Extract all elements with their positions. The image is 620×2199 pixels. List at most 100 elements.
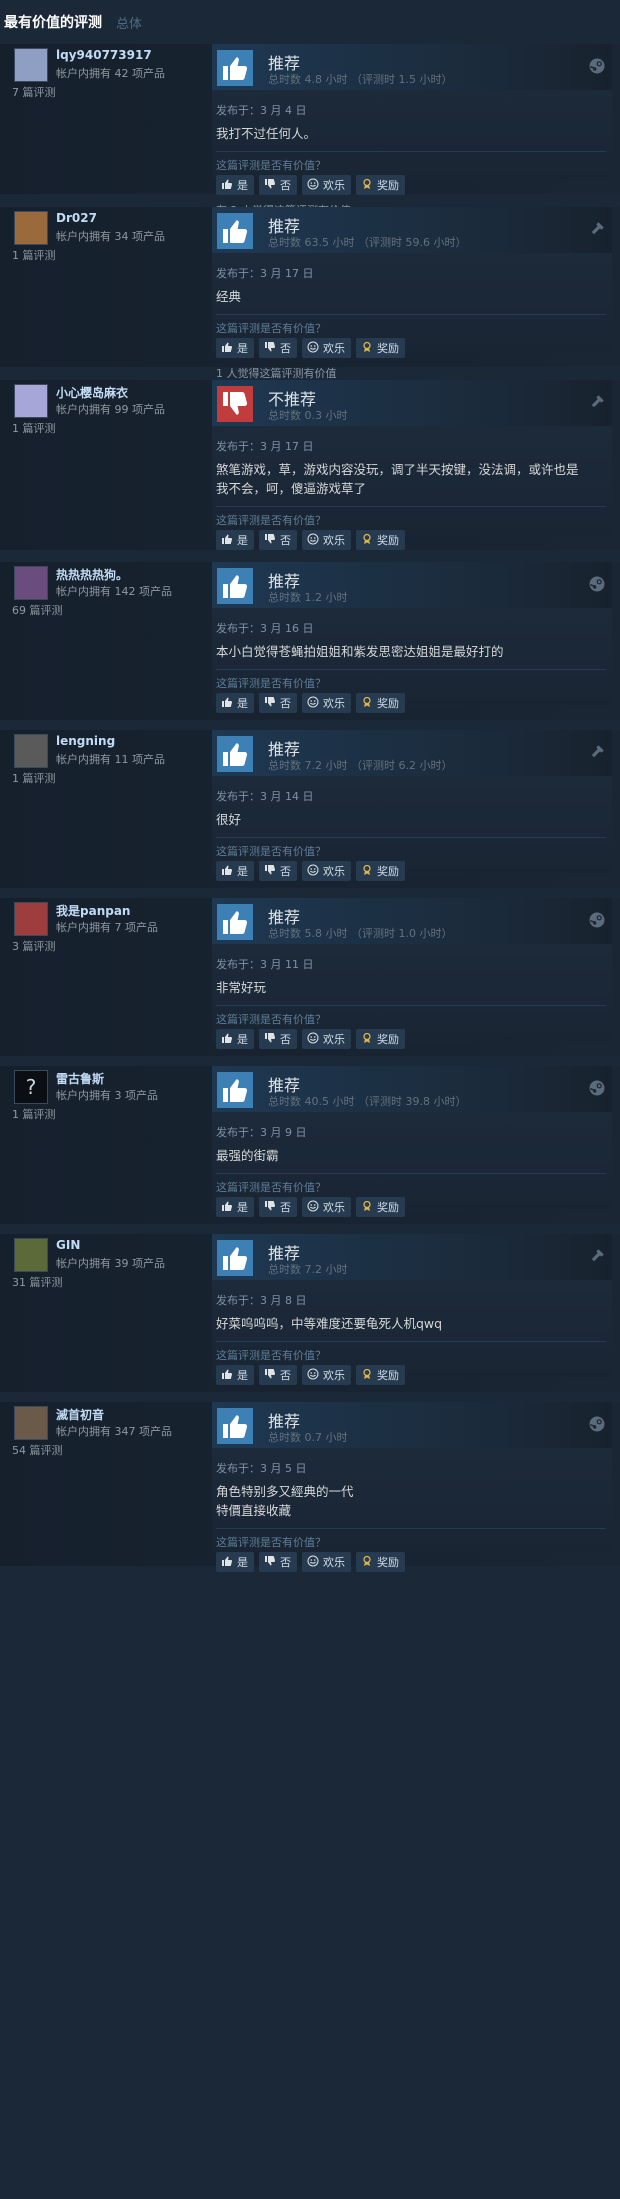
yes-button[interactable]: 是 — [216, 861, 254, 881]
no-button[interactable]: 否 — [259, 338, 297, 358]
products-owned[interactable]: 帐户内拥有 39 项产品 — [56, 1255, 165, 1271]
yes-button[interactable]: 是 — [216, 175, 254, 195]
vote-header[interactable]: 推荐 总时数 63.5 小时 （评测时 59.6 小时） — [212, 207, 612, 253]
smiley-icon — [307, 1368, 319, 1383]
no-button[interactable]: 否 — [259, 175, 297, 195]
yes-label: 是 — [237, 865, 248, 878]
reviewer-name[interactable]: 雷古鲁斯 — [56, 1070, 104, 1087]
yes-button[interactable]: 是 — [216, 1029, 254, 1049]
yes-button[interactable]: 是 — [216, 1365, 254, 1385]
no-button[interactable]: 否 — [259, 1029, 297, 1049]
reviewer-name[interactable]: lqy940773917 — [56, 48, 152, 62]
funny-button[interactable]: 欢乐 — [302, 1197, 351, 1217]
review-count[interactable]: 3 篇评测 — [12, 938, 56, 954]
review-count[interactable]: 31 篇评测 — [12, 1274, 63, 1290]
award-button[interactable]: 奖励 — [356, 338, 405, 358]
products-owned[interactable]: 帐户内拥有 3 项产品 — [56, 1087, 158, 1103]
review-body: 推荐 总时数 7.2 小时 （评测时 6.2 小时） 发布于：3 月 14 日 … — [212, 730, 612, 881]
reviewer-name[interactable]: GIN — [56, 1238, 80, 1252]
review-count[interactable]: 1 篇评测 — [12, 247, 56, 263]
vote-header[interactable]: 推荐 总时数 0.7 小时 — [212, 1402, 612, 1448]
reviewer-name[interactable]: 小心樱岛麻衣 — [56, 384, 128, 401]
funny-button[interactable]: 欢乐 — [302, 1029, 351, 1049]
avatar[interactable] — [14, 566, 48, 600]
avatar[interactable] — [14, 734, 48, 768]
tool-icon — [588, 1247, 606, 1265]
funny-button[interactable]: 欢乐 — [302, 693, 351, 713]
reviewer-name[interactable]: Dr027 — [56, 211, 97, 225]
review-count[interactable]: 1 篇评测 — [12, 770, 56, 786]
reviewer-name[interactable]: 热热热热狗。 — [56, 566, 128, 583]
yes-button[interactable]: 是 — [216, 338, 254, 358]
funny-button[interactable]: 欢乐 — [302, 1365, 351, 1385]
avatar[interactable] — [14, 902, 48, 936]
funny-button[interactable]: 欢乐 — [302, 338, 351, 358]
no-button[interactable]: 否 — [259, 1365, 297, 1385]
products-owned[interactable]: 帐户内拥有 99 项产品 — [56, 401, 165, 417]
no-button[interactable]: 否 — [259, 1197, 297, 1217]
review-count[interactable]: 1 篇评测 — [12, 420, 56, 436]
no-button[interactable]: 否 — [259, 530, 297, 550]
yes-button[interactable]: 是 — [216, 1552, 254, 1572]
award-icon — [361, 178, 373, 193]
section-subtitle[interactable]: 总体 — [116, 13, 142, 32]
funny-button[interactable]: 欢乐 — [302, 530, 351, 550]
helpful-question: 这篇评测是否有价值？ — [216, 1349, 326, 1362]
vote-header[interactable]: 推荐 总时数 4.8 小时 （评测时 1.5 小时） — [212, 44, 612, 90]
products-owned[interactable]: 帐户内拥有 142 项产品 — [56, 583, 172, 599]
vote-header[interactable]: 推荐 总时数 7.2 小时 （评测时 6.2 小时） — [212, 730, 612, 776]
products-owned[interactable]: 帐户内拥有 7 项产品 — [56, 919, 158, 935]
products-owned[interactable]: 帐户内拥有 347 项产品 — [56, 1423, 172, 1439]
review-count[interactable]: 69 篇评测 — [12, 602, 63, 618]
yes-button[interactable]: 是 — [216, 693, 254, 713]
products-owned[interactable]: 帐户内拥有 34 项产品 — [56, 228, 165, 244]
award-button[interactable]: 奖励 — [356, 175, 405, 195]
award-button[interactable]: 奖励 — [356, 693, 405, 713]
no-button[interactable]: 否 — [259, 861, 297, 881]
vote-header[interactable]: 推荐 总时数 40.5 小时 （评测时 39.8 小时） — [212, 1066, 612, 1112]
avatar[interactable] — [14, 384, 48, 418]
reviewer-name[interactable]: 我是panpan — [56, 902, 130, 919]
vote-header[interactable]: 不推荐 总时数 0.3 小时 — [212, 380, 612, 426]
review-card: 滅首初音 帐户内拥有 347 项产品 54 篇评测 推荐 总时数 0.7 小时 … — [0, 1402, 620, 1572]
reviewer-name[interactable]: 滅首初音 — [56, 1406, 104, 1423]
vote-header[interactable]: 推荐 总时数 7.2 小时 — [212, 1234, 612, 1280]
playtime: 总时数 7.2 小时 （评测时 6.2 小时） — [268, 759, 453, 772]
helpful-question: 这篇评测是否有价值？ — [216, 1181, 326, 1194]
award-button[interactable]: 奖励 — [356, 1365, 405, 1385]
award-button[interactable]: 奖励 — [356, 1552, 405, 1572]
vote-header[interactable]: 推荐 总时数 5.8 小时 （评测时 1.0 小时） — [212, 898, 612, 944]
avatar[interactable] — [14, 211, 48, 245]
posted-date: 发布于：3 月 8 日 — [216, 1294, 307, 1307]
funny-button[interactable]: 欢乐 — [302, 861, 351, 881]
reviewer-name[interactable]: lengning — [56, 734, 115, 748]
yes-button[interactable]: 是 — [216, 530, 254, 550]
posted-date: 发布于：3 月 4 日 — [216, 104, 307, 117]
no-button[interactable]: 否 — [259, 693, 297, 713]
funny-button[interactable]: 欢乐 — [302, 175, 351, 195]
no-button[interactable]: 否 — [259, 1552, 297, 1572]
products-owned[interactable]: 帐户内拥有 42 项产品 — [56, 65, 165, 81]
avatar[interactable] — [14, 1238, 48, 1272]
avatar[interactable]: ? — [14, 1070, 48, 1104]
products-owned[interactable]: 帐户内拥有 11 项产品 — [56, 751, 165, 767]
tool-icon — [588, 220, 606, 238]
award-button[interactable]: 奖励 — [356, 1197, 405, 1217]
funny-label: 欢乐 — [323, 697, 345, 710]
award-icon — [361, 696, 373, 711]
steam-icon — [588, 1415, 606, 1433]
review-count[interactable]: 7 篇评测 — [12, 84, 56, 100]
award-button[interactable]: 奖励 — [356, 861, 405, 881]
yes-button[interactable]: 是 — [216, 1197, 254, 1217]
review-count[interactable]: 54 篇评测 — [12, 1442, 63, 1458]
vote-header[interactable]: 推荐 总时数 1.2 小时 — [212, 562, 612, 608]
rating-buttons: 是 否 欢乐 奖励 — [216, 1552, 405, 1572]
award-label: 奖励 — [377, 1201, 399, 1214]
avatar[interactable] — [14, 1406, 48, 1440]
award-button[interactable]: 奖励 — [356, 530, 405, 550]
avatar[interactable] — [14, 48, 48, 82]
review-count[interactable]: 1 篇评测 — [12, 1106, 56, 1122]
funny-button[interactable]: 欢乐 — [302, 1552, 351, 1572]
award-button[interactable]: 奖励 — [356, 1029, 405, 1049]
funny-label: 欢乐 — [323, 865, 345, 878]
